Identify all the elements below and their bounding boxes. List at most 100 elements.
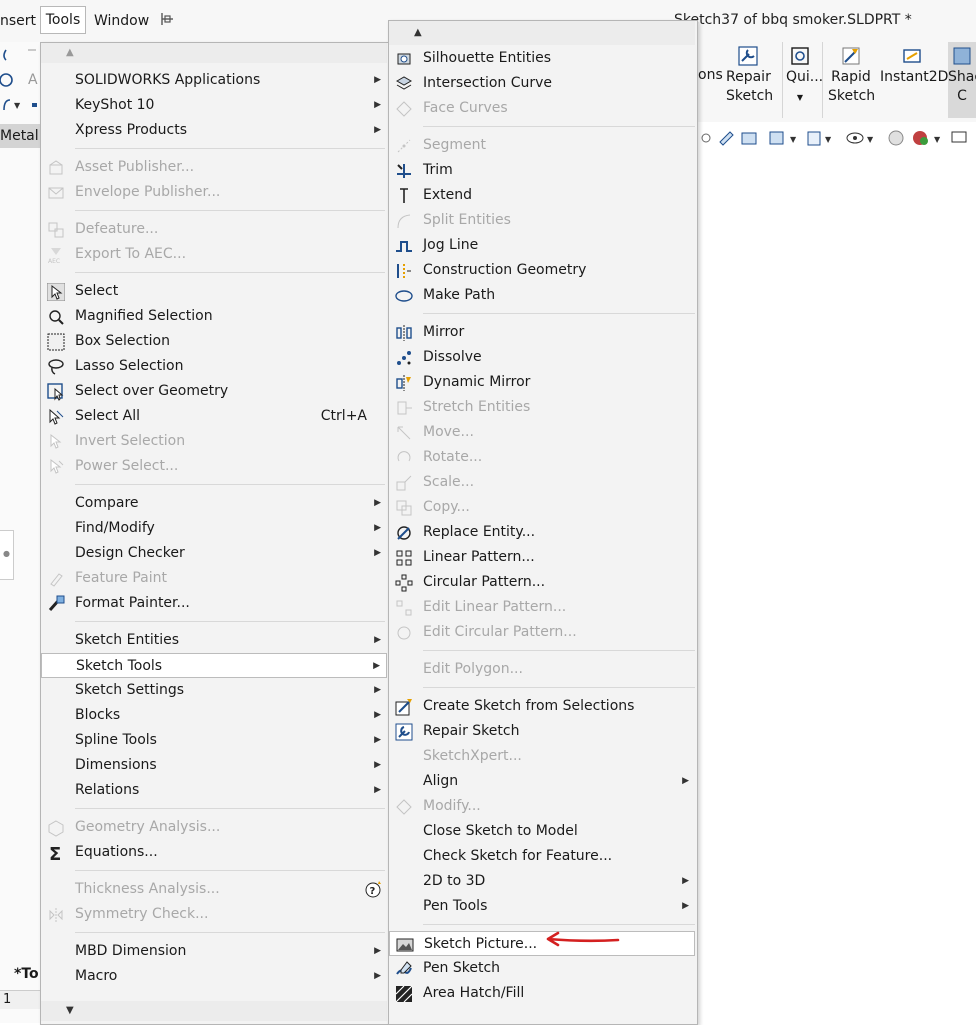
menu-insert[interactable]: nsert (0, 8, 36, 34)
pin-icon[interactable] (160, 12, 174, 26)
sketch-tools-item-area-hatch-fill[interactable]: Area Hatch/Fill (389, 981, 695, 1006)
tools-menu-item-macro[interactable]: Macro ▶ (41, 964, 387, 989)
menu-item-label: 2D to 3D (423, 873, 486, 889)
view-toolbar-icons[interactable]: ▼ ▼ ▼ ▼ (700, 128, 970, 148)
sketch-tools-item-extend[interactable]: Extend (389, 183, 695, 208)
sketch-tools-item-construction-geometry[interactable]: Construction Geometry (389, 258, 695, 283)
submenu-arrow-icon: ▶ (374, 523, 381, 533)
sketch-tools-item-align[interactable]: Align ▶ (389, 769, 695, 794)
tools-menu-item-defeature[interactable]: Defeature... (41, 217, 387, 242)
menu-item-label: Box Selection (75, 333, 170, 349)
sketch-tools-item-edit-linear-pattern[interactable]: Edit Linear Pattern... (389, 595, 695, 620)
tools-menu-item-power-select[interactable]: Power Select... (41, 454, 387, 479)
sketch-tools-item-replace-entity[interactable]: Replace Entity... (389, 520, 695, 545)
ribbon-rapid-sketch-button[interactable]: Rapid Sketch (828, 46, 875, 106)
sketch-tools-item-edit-circular-pattern[interactable]: Edit Circular Pattern... (389, 620, 695, 645)
menu-scroll-up[interactable]: ▲ (389, 21, 695, 45)
menu-tools[interactable]: Tools (40, 6, 86, 34)
tools-menu-item-spline-tools[interactable]: Spline Tools ▶ (41, 728, 387, 753)
tools-menu-item-invert-selection[interactable]: Invert Selection (41, 429, 387, 454)
tools-menu-item-relations[interactable]: Relations ▶ (41, 778, 387, 803)
sketch-tools-item-dissolve[interactable]: Dissolve (389, 345, 695, 370)
menu-item-label: Silhouette Entities (423, 50, 552, 66)
sketch-tools-item-move[interactable]: Move... (389, 420, 695, 445)
tools-menu-item-asset-publisher[interactable]: Asset Publisher... (41, 155, 387, 180)
tools-menu-item-feature-paint[interactable]: Feature Paint (41, 566, 387, 591)
sketch-tools-item-circular-pattern[interactable]: Circular Pattern... (389, 570, 695, 595)
tools-menu-item-box-selection[interactable]: Box Selection (41, 329, 387, 354)
menu-separator (75, 148, 385, 149)
sketch-tools-item-2d-to-3d[interactable]: 2D to 3D ▶ (389, 869, 695, 894)
sketch-tools-item-close-sketch-to-model[interactable]: Close Sketch to Model (389, 819, 695, 844)
tools-menu-item-thickness-analysis[interactable]: Thickness Analysis...? (41, 877, 387, 902)
ribbon-quick-snaps-button[interactable]: Qui... ▼ (786, 46, 823, 107)
sketch-tools-item-rotate[interactable]: Rotate... (389, 445, 695, 470)
tools-menu-item-magnified-selection[interactable]: Magnified Selection (41, 304, 387, 329)
menu-item-label: Select over Geometry (75, 383, 229, 399)
menu-window[interactable]: Window (94, 8, 149, 34)
left-toolbar-icons[interactable]: A ▼ (0, 46, 40, 116)
tools-menu-item-envelope-publisher[interactable]: Envelope Publisher... (41, 180, 387, 205)
sketch-tools-item-copy[interactable]: Copy... (389, 495, 695, 520)
menu-item-label: Feature Paint (75, 570, 167, 586)
sketch-tools-item-pen-sketch[interactable]: Pen Sketch (389, 956, 695, 981)
tools-menu-item-lasso-selection[interactable]: Lasso Selection (41, 354, 387, 379)
tab-sheet-metal[interactable]: Metal (0, 124, 40, 148)
sketch-tools-item-repair-sketch[interactable]: Repair Sketch (389, 719, 695, 744)
sketch-tools-item-mirror[interactable]: Mirror (389, 320, 695, 345)
tools-menu-item-dimensions[interactable]: Dimensions ▶ (41, 753, 387, 778)
sketch-tools-item-sketchxpert[interactable]: SketchXpert... (389, 744, 695, 769)
view-toolbar: ▼ ▼ ▼ ▼ (698, 122, 976, 152)
menu-item-label: Sketch Settings (75, 682, 185, 698)
menu-scroll-up[interactable]: ▲ (41, 43, 387, 63)
bottom-tab[interactable]: 1 (0, 990, 40, 1009)
tools-menu-item-sketch-settings[interactable]: Sketch Settings ▶ (41, 678, 387, 703)
menu-scroll-down[interactable]: ▼ (41, 1001, 387, 1021)
sketch-tools-item-scale[interactable]: Scale... (389, 470, 695, 495)
menu-item-label: Edit Polygon... (423, 661, 523, 677)
tools-menu-item-compare[interactable]: Compare ▶ (41, 491, 387, 516)
tools-menu-item-select-over-geometry[interactable]: Select over Geometry (41, 379, 387, 404)
sketch-tools-item-dynamic-mirror[interactable]: Dynamic Mirror (389, 370, 695, 395)
ribbon-instant2d-label: Instant2D (880, 69, 949, 85)
panel-collapse-handle[interactable]: ● (0, 530, 14, 580)
tools-menu-item-keyshot-10[interactable]: KeyShot 10 ▶ (41, 93, 387, 118)
ribbon-shaded-button[interactable]: Shac C (948, 42, 976, 118)
tools-menu-item-symmetry-check[interactable]: Symmetry Check... (41, 902, 387, 927)
sketch-tools-item-face-curves[interactable]: Face Curves (389, 96, 695, 121)
sketch-tools-item-pen-tools[interactable]: Pen Tools ▶ (389, 894, 695, 919)
ribbon-partial-label[interactable]: ons (698, 66, 723, 85)
sketch-tools-item-silhouette-entities[interactable]: Silhouette Entities (389, 46, 695, 71)
tools-menu-item-geometry-analysis[interactable]: Geometry Analysis... (41, 815, 387, 840)
help-icon[interactable]: ? (365, 880, 383, 898)
tools-menu-item-sketch-entities[interactable]: Sketch Entities ▶ (41, 628, 387, 653)
sketch-tools-item-segment[interactable]: Segment (389, 133, 695, 158)
sketch-tools-item-create-sketch-from-selections[interactable]: Create Sketch from Selections (389, 694, 695, 719)
tools-menu-item-sketch-tools[interactable]: Sketch Tools ▶ (41, 653, 387, 678)
tools-menu-item-format-painter[interactable]: Format Painter... (41, 591, 387, 616)
sketch-tools-item-linear-pattern[interactable]: Linear Pattern... (389, 545, 695, 570)
ribbon-instant2d-button[interactable]: Instant2D (880, 46, 948, 87)
tools-menu-item-export-to-aec[interactable]: AEC Export To AEC... (41, 242, 387, 267)
sketch-tools-item-split-entities[interactable]: Split Entities (389, 208, 695, 233)
sketch-tools-item-intersection-curve[interactable]: Intersection Curve (389, 71, 695, 96)
tools-menu-item-equations[interactable]: Σ Equations... (41, 840, 387, 865)
sketch-tools-item-check-sketch-for-feature[interactable]: Check Sketch for Feature... (389, 844, 695, 869)
sketch-tools-item-edit-polygon[interactable]: Edit Polygon... (389, 657, 695, 682)
tools-menu-item-find-modify[interactable]: Find/Modify ▶ (41, 516, 387, 541)
tools-menu-item-blocks[interactable]: Blocks ▶ (41, 703, 387, 728)
sketch-tools-item-modify[interactable]: Modify... (389, 794, 695, 819)
sketch-tools-item-trim[interactable]: Trim (389, 158, 695, 183)
ribbon-repair-sketch-button[interactable]: Repair Sketch (726, 46, 773, 106)
sketch-tools-item-stretch-entities[interactable]: Stretch Entities (389, 395, 695, 420)
tools-menu-item-xpress-products[interactable]: Xpress Products ▶ (41, 118, 387, 143)
tools-menu-item-mbd-dimension[interactable]: MBD Dimension ▶ (41, 939, 387, 964)
tools-menu-item-design-checker[interactable]: Design Checker ▶ (41, 541, 387, 566)
sketch-tools-item-jog-line[interactable]: Jog Line (389, 233, 695, 258)
tools-menu-item-solidworks-applications[interactable]: SOLIDWORKS Applications ▶ (41, 68, 387, 93)
tools-menu-item-select-all[interactable]: Select All Ctrl+A (41, 404, 387, 429)
chevron-down-icon[interactable]: ▼ (797, 93, 803, 102)
tools-menu-item-select[interactable]: Select (41, 279, 387, 304)
menu-item-label: Dissolve (423, 349, 482, 365)
sketch-tools-item-make-path[interactable]: Make Path (389, 283, 695, 308)
